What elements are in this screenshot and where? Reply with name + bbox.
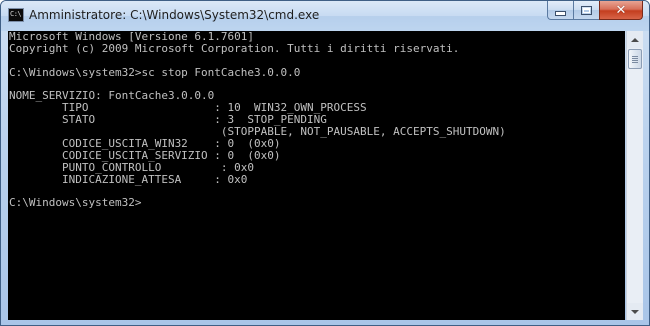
title-bar[interactable]: C:\ Amministratore: C:\Windows\System32\… bbox=[1, 1, 649, 31]
cmd-icon-label: C:\ bbox=[10, 10, 22, 18]
console-line: PUNTO_CONTROLLO : 0x0 bbox=[9, 160, 255, 174]
cmd-window: C:\ Amministratore: C:\Windows\System32\… bbox=[0, 0, 650, 326]
window-title: Amministratore: C:\Windows\System32\cmd.… bbox=[29, 8, 320, 22]
maximize-icon bbox=[581, 5, 592, 15]
console-text: Microsoft Windows [Versione 6.1.7601] Cop… bbox=[8, 31, 625, 209]
close-button[interactable]: ✕ bbox=[599, 1, 643, 20]
console-prompt[interactable]: C:\Windows\system32> bbox=[9, 197, 625, 209]
cmd-icon[interactable]: C:\ bbox=[8, 8, 24, 22]
console-output[interactable]: Microsoft Windows [Versione 6.1.7601] Cop… bbox=[8, 31, 625, 320]
vertical-scrollbar[interactable] bbox=[626, 31, 643, 320]
maximize-button[interactable] bbox=[573, 1, 599, 20]
minimize-button[interactable] bbox=[547, 1, 573, 20]
console-line: Copyright (c) 2009 Microsoft Corporation… bbox=[9, 41, 460, 55]
grip-icon bbox=[632, 61, 638, 63]
arrow-down-icon bbox=[631, 309, 639, 314]
scroll-down-button[interactable] bbox=[627, 303, 643, 320]
grip-icon bbox=[632, 59, 638, 61]
caption-buttons: ✕ bbox=[547, 1, 643, 21]
scroll-thumb[interactable] bbox=[628, 49, 642, 69]
grip-icon bbox=[632, 57, 638, 59]
console-line: CODICE_USCITA_SERVIZIO : 0 (0x0) bbox=[9, 148, 281, 162]
console-line: C:\Windows\system32>sc stop FontCache3.0… bbox=[9, 65, 301, 79]
minimize-icon bbox=[555, 10, 566, 16]
grip-icon bbox=[632, 55, 638, 57]
close-icon: ✕ bbox=[615, 2, 627, 18]
scroll-up-button[interactable] bbox=[627, 31, 643, 48]
arrow-up-icon bbox=[631, 37, 639, 42]
console-line: INDICAZIONE_ATTESA : 0x0 bbox=[9, 172, 248, 186]
